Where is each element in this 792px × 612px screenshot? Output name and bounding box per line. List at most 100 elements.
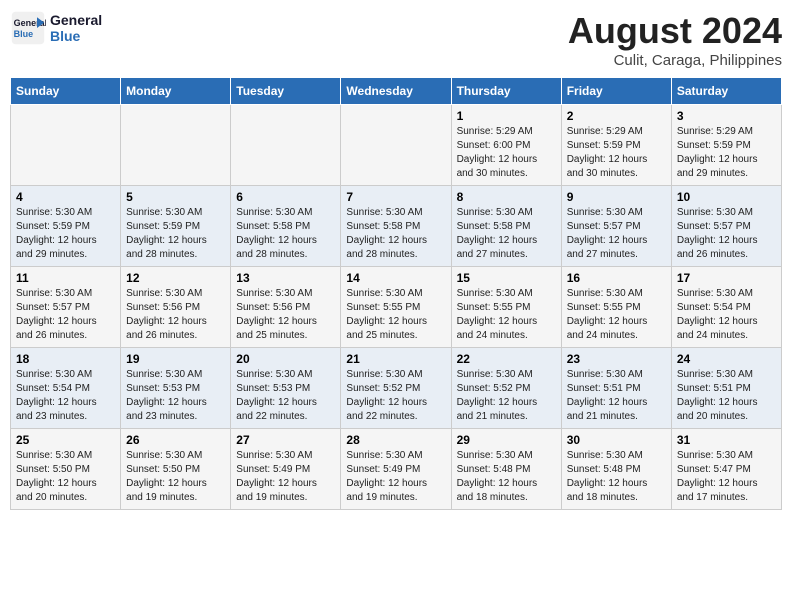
calendar-cell	[121, 105, 231, 186]
calendar-cell: 19 Sunrise: 5:30 AM Sunset: 5:53 PM Dayli…	[121, 348, 231, 429]
day-info: Sunrise: 5:30 AM Sunset: 5:58 PM Dayligh…	[346, 206, 445, 262]
calendar-cell: 11 Sunrise: 5:30 AM Sunset: 5:57 PM Dayli…	[11, 267, 121, 348]
day-info: Sunrise: 5:30 AM Sunset: 5:55 PM Dayligh…	[457, 287, 556, 343]
header-monday: Monday	[121, 78, 231, 105]
calendar-cell: 8 Sunrise: 5:30 AM Sunset: 5:58 PM Daylig…	[451, 186, 561, 267]
month-title: August 2024	[568, 10, 782, 52]
calendar-table: SundayMondayTuesdayWednesdayThursdayFrid…	[10, 77, 782, 510]
day-info: Sunrise: 5:29 AM Sunset: 5:59 PM Dayligh…	[567, 125, 666, 181]
day-number: 3	[677, 109, 776, 123]
page-header: General Blue General Blue August 2024 Cu…	[10, 10, 782, 69]
day-info: Sunrise: 5:30 AM Sunset: 5:58 PM Dayligh…	[457, 206, 556, 262]
calendar-cell	[231, 105, 341, 186]
day-number: 18	[16, 352, 115, 366]
day-number: 1	[457, 109, 556, 123]
header-sunday: Sunday	[11, 78, 121, 105]
day-number: 19	[126, 352, 225, 366]
logo-text-general: General	[50, 12, 102, 28]
calendar-cell	[341, 105, 451, 186]
day-info: Sunrise: 5:30 AM Sunset: 5:57 PM Dayligh…	[567, 206, 666, 262]
calendar-cell: 10 Sunrise: 5:30 AM Sunset: 5:57 PM Dayli…	[671, 186, 781, 267]
day-info: Sunrise: 5:30 AM Sunset: 5:48 PM Dayligh…	[457, 449, 556, 505]
day-number: 22	[457, 352, 556, 366]
calendar-cell: 2Sunrise: 5:29 AM Sunset: 5:59 PM Daylig…	[561, 105, 671, 186]
header-wednesday: Wednesday	[341, 78, 451, 105]
day-info: Sunrise: 5:30 AM Sunset: 5:57 PM Dayligh…	[677, 206, 776, 262]
day-number: 29	[457, 433, 556, 447]
day-info: Sunrise: 5:30 AM Sunset: 5:57 PM Dayligh…	[16, 287, 115, 343]
logo-icon: General Blue	[10, 10, 46, 46]
day-number: 17	[677, 271, 776, 285]
day-number: 30	[567, 433, 666, 447]
calendar-body: 1 Sunrise: 5:29 AM Sunset: 6:00 PM Daylig…	[11, 105, 782, 510]
calendar-cell: 24Sunrise: 5:30 AM Sunset: 5:51 PM Dayli…	[671, 348, 781, 429]
calendar-week-4: 18 Sunrise: 5:30 AM Sunset: 5:54 PM Dayli…	[11, 348, 782, 429]
calendar-cell: 18 Sunrise: 5:30 AM Sunset: 5:54 PM Dayli…	[11, 348, 121, 429]
calendar-cell: 29 Sunrise: 5:30 AM Sunset: 5:48 PM Dayli…	[451, 429, 561, 510]
day-number: 13	[236, 271, 335, 285]
calendar-cell: 25 Sunrise: 5:30 AM Sunset: 5:50 PM Dayli…	[11, 429, 121, 510]
day-info: Sunrise: 5:30 AM Sunset: 5:48 PM Dayligh…	[567, 449, 666, 505]
day-info: Sunrise: 5:30 AM Sunset: 5:47 PM Dayligh…	[677, 449, 776, 505]
day-info: Sunrise: 5:30 AM Sunset: 5:53 PM Dayligh…	[126, 368, 225, 424]
calendar-cell: 17 Sunrise: 5:30 AM Sunset: 5:54 PM Dayli…	[671, 267, 781, 348]
day-info: Sunrise: 5:30 AM Sunset: 5:54 PM Dayligh…	[677, 287, 776, 343]
day-info: Sunrise: 5:30 AM Sunset: 5:50 PM Dayligh…	[126, 449, 225, 505]
calendar-cell: 30 Sunrise: 5:30 AM Sunset: 5:48 PM Dayli…	[561, 429, 671, 510]
calendar-cell: 5Sunrise: 5:30 AM Sunset: 5:59 PM Daylig…	[121, 186, 231, 267]
calendar-cell: 4 Sunrise: 5:30 AM Sunset: 5:59 PM Daylig…	[11, 186, 121, 267]
calendar-cell: 15 Sunrise: 5:30 AM Sunset: 5:55 PM Dayli…	[451, 267, 561, 348]
day-info: Sunrise: 5:30 AM Sunset: 5:55 PM Dayligh…	[567, 287, 666, 343]
day-number: 27	[236, 433, 335, 447]
day-number: 21	[346, 352, 445, 366]
calendar-cell: 9Sunrise: 5:30 AM Sunset: 5:57 PM Daylig…	[561, 186, 671, 267]
calendar-cell: 31 Sunrise: 5:30 AM Sunset: 5:47 PM Dayli…	[671, 429, 781, 510]
day-number: 8	[457, 190, 556, 204]
calendar-cell: 20Sunrise: 5:30 AM Sunset: 5:53 PM Dayli…	[231, 348, 341, 429]
calendar-cell: 26 Sunrise: 5:30 AM Sunset: 5:50 PM Dayli…	[121, 429, 231, 510]
day-info: Sunrise: 5:30 AM Sunset: 5:55 PM Dayligh…	[346, 287, 445, 343]
day-number: 12	[126, 271, 225, 285]
header-thursday: Thursday	[451, 78, 561, 105]
day-info: Sunrise: 5:30 AM Sunset: 5:49 PM Dayligh…	[346, 449, 445, 505]
header-tuesday: Tuesday	[231, 78, 341, 105]
logo: General Blue General Blue	[10, 10, 102, 46]
day-info: Sunrise: 5:30 AM Sunset: 5:58 PM Dayligh…	[236, 206, 335, 262]
calendar-cell: 14 Sunrise: 5:30 AM Sunset: 5:55 PM Dayli…	[341, 267, 451, 348]
title-block: August 2024 Culit, Caraga, Philippines	[568, 10, 782, 69]
day-info: Sunrise: 5:30 AM Sunset: 5:53 PM Dayligh…	[236, 368, 335, 424]
day-info: Sunrise: 5:30 AM Sunset: 5:56 PM Dayligh…	[236, 287, 335, 343]
day-info: Sunrise: 5:30 AM Sunset: 5:51 PM Dayligh…	[567, 368, 666, 424]
header-friday: Friday	[561, 78, 671, 105]
day-number: 10	[677, 190, 776, 204]
calendar-week-3: 11 Sunrise: 5:30 AM Sunset: 5:57 PM Dayli…	[11, 267, 782, 348]
day-number: 25	[16, 433, 115, 447]
day-number: 6	[236, 190, 335, 204]
day-number: 11	[16, 271, 115, 285]
day-number: 4	[16, 190, 115, 204]
calendar-cell: 28 Sunrise: 5:30 AM Sunset: 5:49 PM Dayli…	[341, 429, 451, 510]
calendar-cell: 12Sunrise: 5:30 AM Sunset: 5:56 PM Dayli…	[121, 267, 231, 348]
location-subtitle: Culit, Caraga, Philippines	[568, 52, 782, 69]
day-info: Sunrise: 5:30 AM Sunset: 5:54 PM Dayligh…	[16, 368, 115, 424]
day-number: 14	[346, 271, 445, 285]
calendar-cell: 22Sunrise: 5:30 AM Sunset: 5:52 PM Dayli…	[451, 348, 561, 429]
header-saturday: Saturday	[671, 78, 781, 105]
day-number: 5	[126, 190, 225, 204]
calendar-cell: 7Sunrise: 5:30 AM Sunset: 5:58 PM Daylig…	[341, 186, 451, 267]
day-info: Sunrise: 5:29 AM Sunset: 6:00 PM Dayligh…	[457, 125, 556, 181]
calendar-cell: 21Sunrise: 5:30 AM Sunset: 5:52 PM Dayli…	[341, 348, 451, 429]
day-number: 28	[346, 433, 445, 447]
calendar-week-1: 1 Sunrise: 5:29 AM Sunset: 6:00 PM Daylig…	[11, 105, 782, 186]
day-number: 15	[457, 271, 556, 285]
day-number: 26	[126, 433, 225, 447]
day-info: Sunrise: 5:30 AM Sunset: 5:50 PM Dayligh…	[16, 449, 115, 505]
svg-text:Blue: Blue	[14, 29, 34, 39]
calendar-week-5: 25 Sunrise: 5:30 AM Sunset: 5:50 PM Dayli…	[11, 429, 782, 510]
day-number: 31	[677, 433, 776, 447]
logo-text-blue: Blue	[50, 28, 102, 44]
calendar-cell: 6 Sunrise: 5:30 AM Sunset: 5:58 PM Daylig…	[231, 186, 341, 267]
day-info: Sunrise: 5:30 AM Sunset: 5:59 PM Dayligh…	[16, 206, 115, 262]
day-number: 16	[567, 271, 666, 285]
calendar-cell: 27Sunrise: 5:30 AM Sunset: 5:49 PM Dayli…	[231, 429, 341, 510]
